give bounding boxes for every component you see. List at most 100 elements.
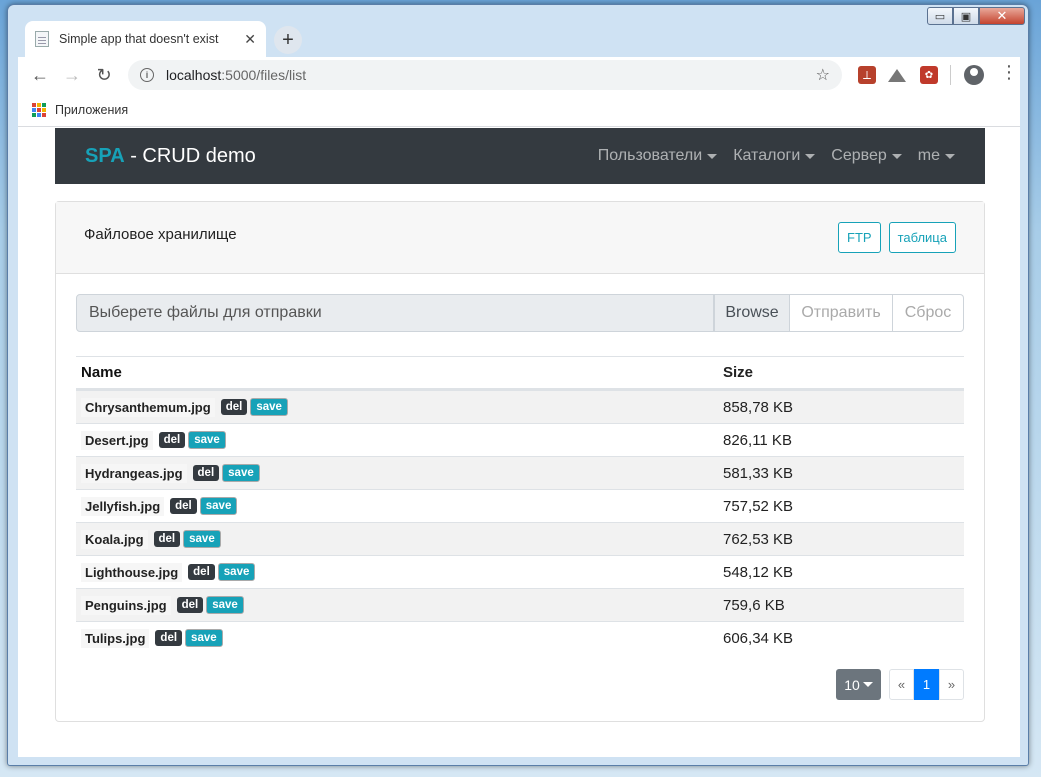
pagination: 10 « 1 » [836, 669, 964, 700]
file-upload-group: Выберете файлы для отправки Browse Отпра… [76, 294, 964, 332]
files-table: Name Size Chrysanthemum.jpg del save 858,78… [76, 356, 964, 654]
menu-kebab-icon[interactable]: ⋮ [1000, 63, 1018, 81]
ftp-button[interactable]: FTP [838, 222, 881, 253]
apps-grid-icon[interactable] [32, 102, 46, 117]
caret-down-icon [862, 682, 873, 687]
page-size-select[interactable]: 10 [836, 669, 881, 700]
brand-spa: SPA [85, 144, 125, 167]
site-info-icon[interactable]: i [140, 68, 154, 82]
new-tab-button[interactable]: + [274, 26, 302, 54]
prev-page-button[interactable]: « [889, 669, 914, 700]
file-name-cell: Chrysanthemum.jpg del save [76, 397, 719, 417]
table-row: Desert.jpg del save 826,11 KB [76, 423, 964, 456]
nav-users-dropdown[interactable]: Пользователи [597, 147, 718, 165]
save-file-button[interactable]: save [185, 629, 223, 647]
profile-avatar-icon[interactable] [964, 65, 984, 85]
browse-button[interactable]: Browse [714, 294, 790, 332]
bookmarks-bar: Приложения [18, 93, 1020, 127]
window-controls: ▭ ▣ ✕ [927, 7, 1025, 25]
caret-down-icon [805, 153, 816, 159]
next-page-button[interactable]: » [939, 669, 964, 700]
file-size: 548,12 KB [723, 563, 794, 581]
delete-file-button[interactable]: del [158, 432, 186, 448]
address-bar[interactable]: i localhost:5000/files/list ☆ [128, 60, 842, 90]
file-name[interactable]: Desert.jpg [81, 430, 153, 450]
header-buttons: FTP таблица [838, 222, 956, 253]
page-1-button[interactable]: 1 [914, 669, 939, 700]
app-brand[interactable]: SPA - CRUD demo [85, 145, 256, 168]
file-name[interactable]: Hydrangeas.jpg [81, 463, 187, 483]
save-file-button[interactable]: save [222, 464, 260, 482]
file-name-cell: Jellyfish.jpg del save [76, 496, 719, 516]
browser-toolbar: ← → ↻ i localhost:5000/files/list ☆ ⟂ ✿ … [18, 57, 1020, 93]
drive-extension-icon[interactable] [888, 66, 906, 84]
nav-server-dropdown[interactable]: Сервер [831, 147, 902, 165]
nav-me-label: me [917, 147, 940, 164]
file-name[interactable]: Koala.jpg [81, 529, 148, 549]
table-row: Lighthouse.jpg del save 548,12 KB [76, 555, 964, 588]
file-name[interactable]: Tulips.jpg [81, 628, 150, 648]
nav-users-label: Пользователи [597, 147, 703, 164]
nav-menu: Пользователи Каталоги Сервер me [598, 147, 955, 165]
file-name[interactable]: Jellyfish.jpg [81, 496, 165, 516]
file-size: 826,11 KB [723, 431, 792, 449]
browser-content: ← → ↻ i localhost:5000/files/list ☆ ⟂ ✿ … [18, 57, 1020, 757]
table-button[interactable]: таблица [888, 222, 956, 253]
close-window-button[interactable]: ✕ [979, 7, 1025, 25]
table-row: Koala.jpg del save 762,53 KB [76, 522, 964, 555]
back-arrow-icon[interactable]: ← [24, 59, 56, 91]
forward-arrow-icon[interactable]: → [56, 59, 88, 91]
minimize-button[interactable]: ▭ [927, 7, 953, 25]
delete-file-button[interactable]: del [155, 630, 183, 646]
table-row: Chrysanthemum.jpg del save 858,78 KB [76, 390, 964, 423]
save-file-button[interactable]: save [183, 530, 221, 548]
nav-catalogs-dropdown[interactable]: Каталоги [733, 147, 816, 165]
file-storage-card: Файловое хранилище FTP таблица Выберете … [55, 201, 985, 722]
caret-down-icon [891, 153, 902, 159]
delete-file-button[interactable]: del [170, 498, 197, 514]
file-name-cell: Penguins.jpg del save [76, 595, 719, 615]
nav-me-dropdown[interactable]: me [918, 147, 955, 165]
save-file-button[interactable]: save [250, 398, 288, 416]
table-row: Penguins.jpg del save 759,6 KB [76, 588, 964, 621]
delete-file-button[interactable]: del [188, 564, 215, 580]
nav-catalogs-label: Каталоги [733, 147, 801, 164]
file-size: 581,33 KB [723, 464, 794, 482]
file-input[interactable]: Выберете файлы для отправки [76, 294, 714, 332]
file-size: 858,78 KB [723, 398, 794, 416]
delete-file-button[interactable]: del [176, 597, 204, 613]
page-favicon-icon [35, 31, 49, 47]
delete-file-button[interactable]: del [192, 465, 220, 481]
bookmark-apps-label[interactable]: Приложения [55, 103, 128, 117]
file-size: 757,52 KB [723, 497, 794, 515]
save-file-button[interactable]: save [199, 497, 238, 515]
page-size-value: 10 [844, 676, 860, 693]
save-file-button[interactable]: save [188, 431, 226, 449]
reset-button[interactable]: Сброс [893, 294, 964, 332]
reload-icon[interactable]: ↻ [88, 59, 120, 91]
delete-file-button[interactable]: del [153, 531, 181, 547]
save-file-button[interactable]: save [206, 596, 244, 614]
browser-tab[interactable]: Simple app that doesn't exist ✕ [25, 21, 266, 57]
file-size: 759,6 KB [723, 596, 785, 614]
file-name-cell: Lighthouse.jpg del save [76, 562, 719, 582]
send-button[interactable]: Отправить [790, 294, 893, 332]
red-extension-icon[interactable]: ✿ [920, 66, 938, 84]
column-header-size[interactable]: Size [719, 364, 964, 381]
save-file-button[interactable]: save [217, 563, 256, 581]
bookmark-star-icon[interactable]: ☆ [816, 65, 830, 85]
file-name[interactable]: Lighthouse.jpg [81, 562, 183, 582]
file-name[interactable]: Chrysanthemum.jpg [81, 397, 215, 417]
tab-title: Simple app that doesn't exist [59, 32, 219, 46]
tab-close-icon[interactable]: ✕ [244, 31, 256, 48]
url-path: :5000/files/list [221, 67, 307, 83]
column-header-name[interactable]: Name [76, 364, 719, 381]
maximize-button[interactable]: ▣ [953, 7, 979, 25]
delete-file-button[interactable]: del [220, 399, 248, 415]
table-row: Tulips.jpg del save 606,34 KB [76, 621, 964, 654]
nav-server-label: Сервер [831, 147, 887, 164]
pdf-extension-icon[interactable]: ⟂ [858, 66, 876, 84]
file-name[interactable]: Penguins.jpg [81, 595, 171, 615]
table-body: Chrysanthemum.jpg del save 858,78 KB Desert.… [76, 390, 964, 654]
file-name-cell: Koala.jpg del save [76, 529, 719, 549]
